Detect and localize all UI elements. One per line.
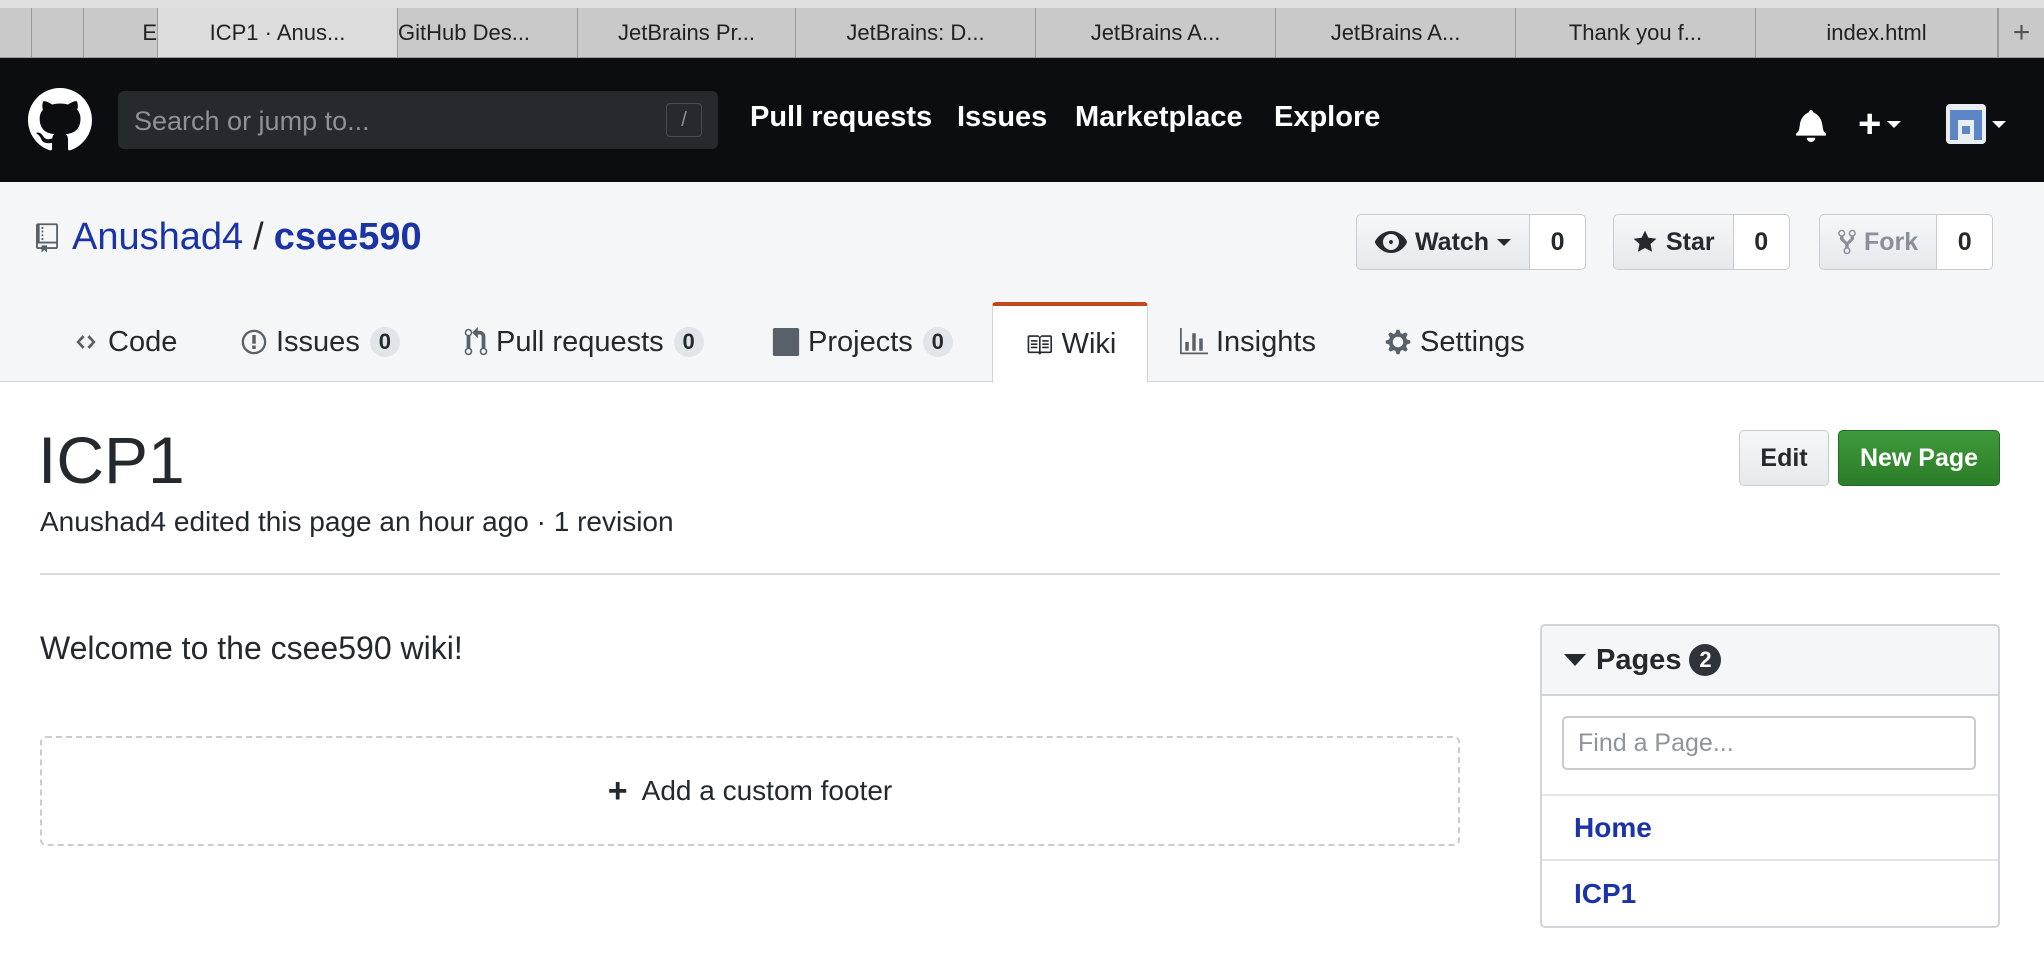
watch-count[interactable]: 0	[1530, 214, 1587, 270]
notifications-bell-icon[interactable]	[1796, 108, 1826, 147]
plus-icon: +	[1858, 102, 1882, 146]
browser-tab[interactable]: JetBrains A...	[1276, 8, 1516, 57]
add-custom-footer-button[interactable]: + Add a custom footer	[40, 736, 1460, 846]
fork-label: Fork	[1864, 227, 1919, 256]
chevron-down-icon	[1497, 238, 1512, 246]
nav-pull-requests[interactable]: Pull requests	[750, 101, 932, 134]
star-label: Star	[1666, 227, 1715, 256]
watch-button[interactable]: Watch	[1356, 214, 1531, 270]
edit-button[interactable]: Edit	[1739, 430, 1829, 486]
browser-tab[interactable]: E	[84, 8, 158, 57]
new-page-button[interactable]: New Page	[1838, 430, 2000, 486]
search-shortcut-hint: /	[666, 103, 702, 137]
browser-tab-strip: E ICP1 · Anus... GitHub Des... JetBrains…	[0, 0, 2044, 58]
browser-tab[interactable]: JetBrains: D...	[796, 8, 1036, 57]
find-page-container	[1542, 696, 1998, 796]
wiki-page-link-icp1[interactable]: ICP1	[1542, 861, 1998, 926]
book-icon	[1024, 332, 1054, 358]
nav-marketplace[interactable]: Marketplace	[1075, 101, 1243, 134]
tab-issues-label: Issues	[276, 325, 360, 358]
tab-projects-label: Projects	[808, 325, 913, 358]
fork-icon	[1838, 228, 1856, 256]
star-button-group: Star 0	[1613, 214, 1790, 270]
github-logo-icon[interactable]	[28, 88, 92, 152]
repo-title: Anushad4 / csee590	[36, 216, 422, 259]
projects-counter: 0	[922, 327, 953, 357]
browser-tab[interactable]: JetBrains Pr...	[578, 8, 796, 57]
nav-explore[interactable]: Explore	[1274, 101, 1380, 134]
gear-icon	[1384, 328, 1412, 356]
tab-insights-label: Insights	[1216, 325, 1316, 358]
watch-label: Watch	[1415, 227, 1490, 256]
tab-code-label: Code	[108, 325, 178, 358]
tab-settings[interactable]: Settings	[1384, 302, 1525, 382]
git-pull-request-icon	[464, 327, 488, 357]
tab-pull-requests[interactable]: Pull requests 0	[464, 302, 704, 382]
tab-settings-label: Settings	[1420, 325, 1525, 358]
browser-tab[interactable]: GitHub Des...	[398, 8, 578, 57]
tab-projects[interactable]: Projects 0	[772, 302, 953, 382]
star-button[interactable]: Star	[1613, 214, 1734, 270]
repo-icon	[36, 222, 58, 253]
browser-tab[interactable]: JetBrains A...	[1036, 8, 1276, 57]
pages-toggle[interactable]: Pages 2	[1542, 626, 1998, 696]
page-edit-meta: Anushad4 edited this page an hour ago · …	[40, 506, 674, 537]
search-input[interactable]: Search or jump to... /	[118, 91, 718, 149]
browser-tab[interactable]	[0, 8, 32, 57]
watch-button-group: Watch 0	[1356, 214, 1587, 270]
eye-icon	[1375, 231, 1407, 253]
graph-icon	[1180, 328, 1208, 356]
tab-wiki[interactable]: Wiki	[992, 302, 1148, 383]
nav-issues[interactable]: Issues	[957, 101, 1047, 134]
wiki-page-link-home[interactable]: Home	[1542, 796, 1998, 861]
triangle-down-icon	[1564, 654, 1586, 666]
tab-issues[interactable]: Issues 0	[240, 302, 400, 382]
avatar	[1946, 104, 1986, 144]
tab-wiki-label: Wiki	[1061, 328, 1117, 360]
new-tab-button[interactable]: +	[1998, 8, 2044, 57]
tab-insights[interactable]: Insights	[1180, 302, 1316, 382]
issue-opened-icon	[240, 328, 268, 356]
pages-counter: 2	[1689, 644, 1722, 676]
chevron-down-icon	[1992, 120, 2006, 128]
repo-path-separator: /	[253, 216, 264, 258]
divider	[40, 573, 2000, 575]
tab-code[interactable]: Code	[72, 302, 177, 382]
wiki-pages-sidebar: Pages 2 Home ICP1	[1540, 624, 2000, 928]
repo-owner-link[interactable]: Anushad4	[72, 216, 243, 259]
star-icon	[1632, 229, 1658, 255]
repo-header: Anushad4 / csee590 Watch 0 Star 0 Fork 0…	[0, 182, 2044, 383]
browser-tab-active[interactable]: ICP1 · Anus...	[158, 8, 398, 57]
project-icon	[772, 328, 800, 356]
star-count[interactable]: 0	[1733, 214, 1790, 270]
add-custom-footer-label: Add a custom footer	[641, 775, 893, 806]
fork-button-group: Fork 0	[1819, 214, 1994, 270]
repo-name-link[interactable]: csee590	[274, 216, 422, 259]
fork-count[interactable]: 0	[1937, 214, 1994, 270]
repo-nav-tabs: Code Issues 0 Pull requests 0 Projects 0	[0, 302, 2044, 383]
page-title: ICP1	[38, 423, 185, 497]
site-header: Search or jump to... / Pull requests Iss…	[0, 58, 2044, 182]
pull-requests-counter: 0	[673, 327, 704, 357]
browser-tab[interactable]	[32, 8, 84, 57]
browser-tab[interactable]: index.html	[1756, 8, 1998, 57]
code-icon	[72, 331, 100, 353]
pages-heading: Pages	[1596, 643, 1682, 676]
chevron-down-icon	[1887, 120, 1902, 128]
tab-pull-requests-label: Pull requests	[496, 325, 664, 358]
search-placeholder: Search or jump to...	[134, 106, 370, 136]
plus-icon: +	[607, 771, 628, 810]
user-menu[interactable]	[1946, 104, 2006, 144]
find-page-input[interactable]	[1562, 716, 1976, 770]
wiki-body-text: Welcome to the csee590 wiki!	[40, 630, 463, 666]
fork-button[interactable]: Fork	[1819, 214, 1938, 270]
issues-counter: 0	[369, 327, 400, 357]
create-new-menu[interactable]: +	[1858, 102, 1902, 146]
browser-tab[interactable]: Thank you f...	[1516, 8, 1756, 57]
